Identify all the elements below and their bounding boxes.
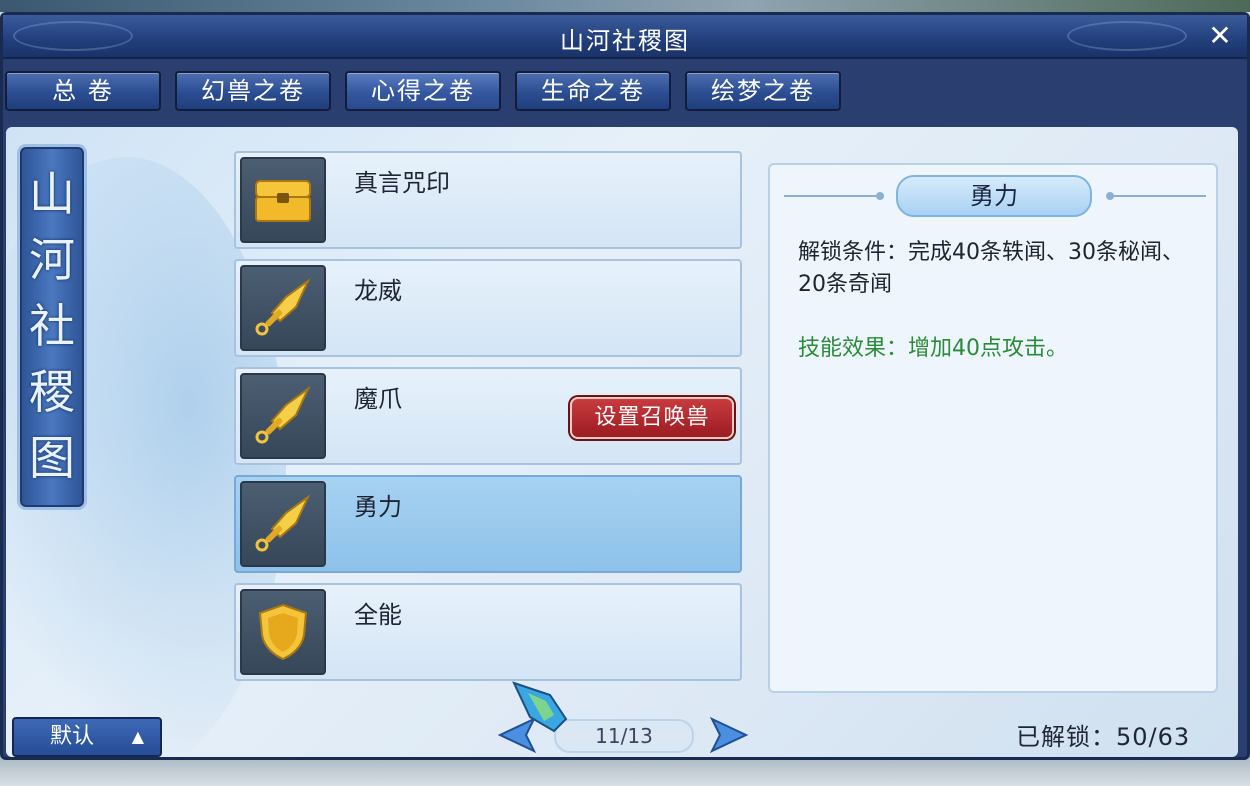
next-page-button[interactable]: [706, 715, 750, 755]
set-summon-button[interactable]: 设置召唤兽: [570, 397, 734, 439]
list-item[interactable]: 龙威: [234, 259, 742, 357]
item-label: 全能: [354, 601, 402, 629]
detail-title: 勇力: [896, 175, 1092, 217]
detail-panel: 勇力 解锁条件：完成40条轶闻、30条秘闻、20条奇闻 技能效果：增加40点攻击…: [768, 163, 1218, 693]
tab-beasts[interactable]: 幻兽之卷: [175, 71, 331, 111]
item-icon-box: [240, 373, 326, 459]
window-title: 山河社稷图: [560, 27, 690, 55]
list-item[interactable]: 魔爪 设置召唤兽: [234, 367, 742, 465]
tab-insights[interactable]: 心得之卷: [345, 71, 501, 111]
list-item-selected[interactable]: 勇力: [234, 475, 742, 573]
scroll-char: 稷: [29, 365, 75, 419]
tab-overview[interactable]: 总 卷: [5, 71, 161, 111]
page-indicator: 11/13: [554, 719, 694, 753]
default-label: 默认: [50, 724, 95, 749]
list-item[interactable]: 真言咒印: [234, 151, 742, 249]
caret-up-icon: ▲: [131, 727, 144, 746]
item-label: 魔爪: [354, 385, 402, 413]
item-icon-box: [240, 589, 326, 675]
game-background-ground: [0, 756, 1250, 786]
title-bar: 山河社稷图 ✕: [3, 15, 1247, 59]
list-item[interactable]: 全能: [234, 583, 742, 681]
sword-icon: [255, 277, 311, 336]
scroll-char: 社: [29, 299, 75, 353]
mouse-cursor-icon: [512, 681, 568, 733]
scroll-char: 河: [29, 233, 75, 287]
tab-dream[interactable]: 绘梦之卷: [685, 71, 841, 111]
unlocked-count: 已解锁：50/63: [1016, 723, 1191, 751]
default-sort-button[interactable]: 默认 ▲: [12, 717, 162, 757]
item-label: 真言咒印: [354, 169, 450, 197]
header-decoration-dot-right: [1106, 192, 1114, 200]
skill-effect: 技能效果：增加40点攻击。: [798, 336, 1068, 361]
item-label: 勇力: [354, 493, 402, 521]
game-background-strip: [0, 0, 1250, 12]
header-decoration-right: [1110, 195, 1206, 197]
item-icon-box: [240, 157, 326, 243]
shield-icon: [258, 603, 308, 661]
sword-icon: [255, 385, 311, 444]
vertical-scroll-title: 山 河 社 稷 图: [20, 147, 84, 507]
item-icon-box: [240, 481, 326, 567]
header-decoration-left: [784, 195, 880, 197]
sword-icon: [255, 493, 311, 552]
unlock-condition: 解锁条件：完成40条轶闻、30条秘闻、20条奇闻: [798, 240, 1184, 297]
header-decoration-dot-left: [876, 192, 884, 200]
item-label: 龙威: [354, 277, 402, 305]
item-icon-box: [240, 265, 326, 351]
scroll-char: 图: [29, 431, 75, 485]
scroll-map-window: 山河社稷图 ✕ 总 卷 幻兽之卷 心得之卷 生命之卷 绘梦之卷 山 河 社 稷 …: [0, 12, 1250, 760]
scroll-char: 山: [29, 167, 75, 221]
arrow-right-icon: [709, 716, 749, 754]
tab-life[interactable]: 生命之卷: [515, 71, 671, 111]
close-button[interactable]: ✕: [1205, 21, 1235, 51]
treasure-chest-icon: [255, 180, 311, 222]
content-area: 山 河 社 稷 图 真言咒印 龙威 魔爪 设置召唤兽 勇力 全能 勇力 解锁条件…: [6, 127, 1238, 757]
